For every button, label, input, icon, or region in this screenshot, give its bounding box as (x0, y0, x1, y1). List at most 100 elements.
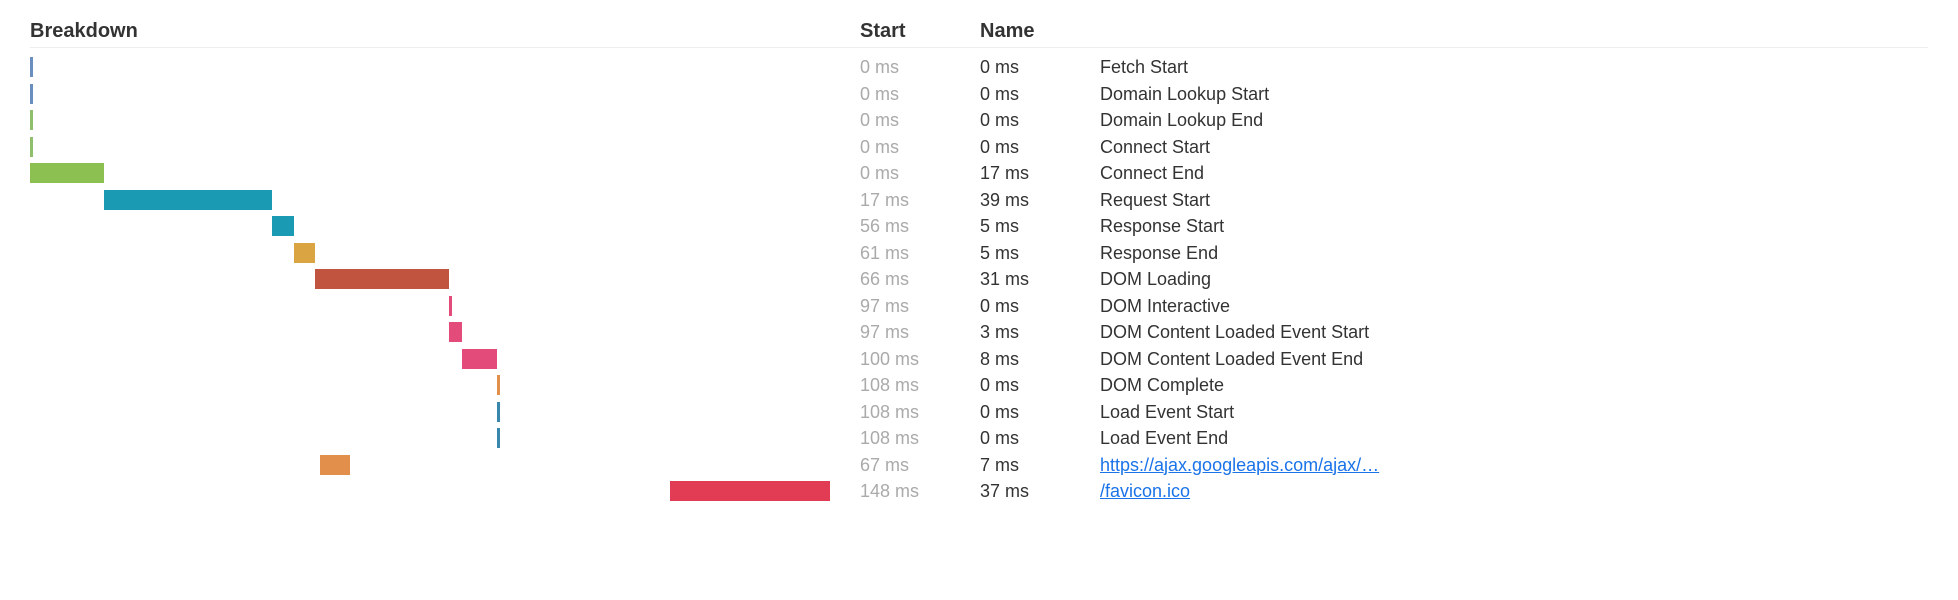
duration-value: 0 ms (980, 107, 1100, 134)
duration-value: 3 ms (980, 319, 1100, 346)
event-name: DOM Content Loaded Event End (1100, 346, 1928, 373)
chart-row (30, 319, 860, 346)
timeline-bar (497, 428, 500, 448)
chart-row (30, 107, 860, 134)
start-value: 97 ms (860, 319, 980, 346)
start-value: 66 ms (860, 266, 980, 293)
table-row: 108 ms0 msDOM Complete (860, 372, 1928, 399)
timeline-bar (30, 110, 33, 130)
chart-row (30, 399, 860, 426)
event-name: Load Event End (1100, 425, 1928, 452)
table-rows: 0 ms0 msFetch Start0 ms0 msDomain Lookup… (860, 54, 1928, 505)
event-name: Connect End (1100, 160, 1928, 187)
event-name: Domain Lookup Start (1100, 81, 1928, 108)
table-row: 0 ms0 msDomain Lookup Start (860, 81, 1928, 108)
chart-header: Breakdown (30, 20, 860, 48)
event-name: Request Start (1100, 187, 1928, 214)
event-name: Fetch Start (1100, 54, 1928, 81)
event-name: DOM Complete (1100, 372, 1928, 399)
event-name: DOM Content Loaded Event Start (1100, 319, 1928, 346)
duration-value: 7 ms (980, 452, 1100, 479)
chart-row (30, 452, 860, 479)
breakdown-container: Breakdown Start Name 0 ms0 msFetch Start… (30, 20, 1928, 505)
table-row: 97 ms0 msDOM Interactive (860, 293, 1928, 320)
resource-link[interactable]: https://ajax.googleapis.com/ajax/… (1100, 452, 1928, 479)
timeline-bar (670, 481, 830, 501)
event-name: Domain Lookup End (1100, 107, 1928, 134)
event-name: Load Event Start (1100, 399, 1928, 426)
chart-row (30, 372, 860, 399)
timeline-bar (449, 322, 462, 342)
start-value: 97 ms (860, 293, 980, 320)
timeline-bar (497, 375, 500, 395)
chart-row (30, 346, 860, 373)
timeline-bar (104, 190, 273, 210)
header-name: Name (980, 20, 1100, 43)
chart-row (30, 187, 860, 214)
header-spacer (1100, 20, 1928, 43)
chart-row (30, 134, 860, 161)
event-name: Response End (1100, 240, 1928, 267)
table-row: 97 ms3 msDOM Content Loaded Event Start (860, 319, 1928, 346)
timeline-bar (449, 296, 452, 316)
chart-column: Breakdown (30, 20, 860, 505)
duration-value: 0 ms (980, 399, 1100, 426)
duration-value: 0 ms (980, 81, 1100, 108)
resource-link[interactable]: /favicon.ico (1100, 478, 1928, 505)
timeline-bar (272, 216, 294, 236)
start-value: 17 ms (860, 187, 980, 214)
table-row: 108 ms0 msLoad Event End (860, 425, 1928, 452)
start-value: 0 ms (860, 107, 980, 134)
start-value: 100 ms (860, 346, 980, 373)
timeline-bar (315, 269, 449, 289)
table-row: 108 ms0 msLoad Event Start (860, 399, 1928, 426)
start-value: 0 ms (860, 81, 980, 108)
chart-row (30, 81, 860, 108)
duration-value: 37 ms (980, 478, 1100, 505)
timeline-bar (320, 455, 350, 475)
table-row: 0 ms0 msDomain Lookup End (860, 107, 1928, 134)
duration-value: 17 ms (980, 160, 1100, 187)
table-row: 66 ms31 msDOM Loading (860, 266, 1928, 293)
timeline-bar (30, 84, 33, 104)
timeline-bar (30, 137, 33, 157)
start-value: 108 ms (860, 425, 980, 452)
header-start: Start (860, 20, 980, 43)
chart-row (30, 478, 860, 505)
duration-value: 5 ms (980, 240, 1100, 267)
event-name: DOM Loading (1100, 266, 1928, 293)
duration-value: 0 ms (980, 372, 1100, 399)
timeline-bar (30, 163, 104, 183)
chart-row (30, 213, 860, 240)
duration-value: 0 ms (980, 54, 1100, 81)
chart-row (30, 425, 860, 452)
start-value: 56 ms (860, 213, 980, 240)
timeline-bar (30, 57, 33, 77)
table-row: 0 ms0 msFetch Start (860, 54, 1928, 81)
table-row: 148 ms37 ms/favicon.ico (860, 478, 1928, 505)
header-breakdown: Breakdown (30, 20, 138, 43)
event-name: Connect Start (1100, 134, 1928, 161)
start-value: 0 ms (860, 134, 980, 161)
table-row: 0 ms17 msConnect End (860, 160, 1928, 187)
timeline-bar (294, 243, 316, 263)
duration-value: 5 ms (980, 213, 1100, 240)
duration-value: 8 ms (980, 346, 1100, 373)
table-row: 56 ms5 msResponse Start (860, 213, 1928, 240)
start-value: 61 ms (860, 240, 980, 267)
duration-value: 31 ms (980, 266, 1100, 293)
table-header: Start Name (860, 20, 1928, 48)
event-name: DOM Interactive (1100, 293, 1928, 320)
chart-row (30, 240, 860, 267)
table-row: 100 ms8 msDOM Content Loaded Event End (860, 346, 1928, 373)
duration-value: 39 ms (980, 187, 1100, 214)
chart-row (30, 160, 860, 187)
start-value: 0 ms (860, 54, 980, 81)
chart-row (30, 54, 860, 81)
table-row: 67 ms7 mshttps://ajax.googleapis.com/aja… (860, 452, 1928, 479)
duration-value: 0 ms (980, 134, 1100, 161)
event-name: Response Start (1100, 213, 1928, 240)
chart-row (30, 266, 860, 293)
start-value: 67 ms (860, 452, 980, 479)
table-row: 61 ms5 msResponse End (860, 240, 1928, 267)
